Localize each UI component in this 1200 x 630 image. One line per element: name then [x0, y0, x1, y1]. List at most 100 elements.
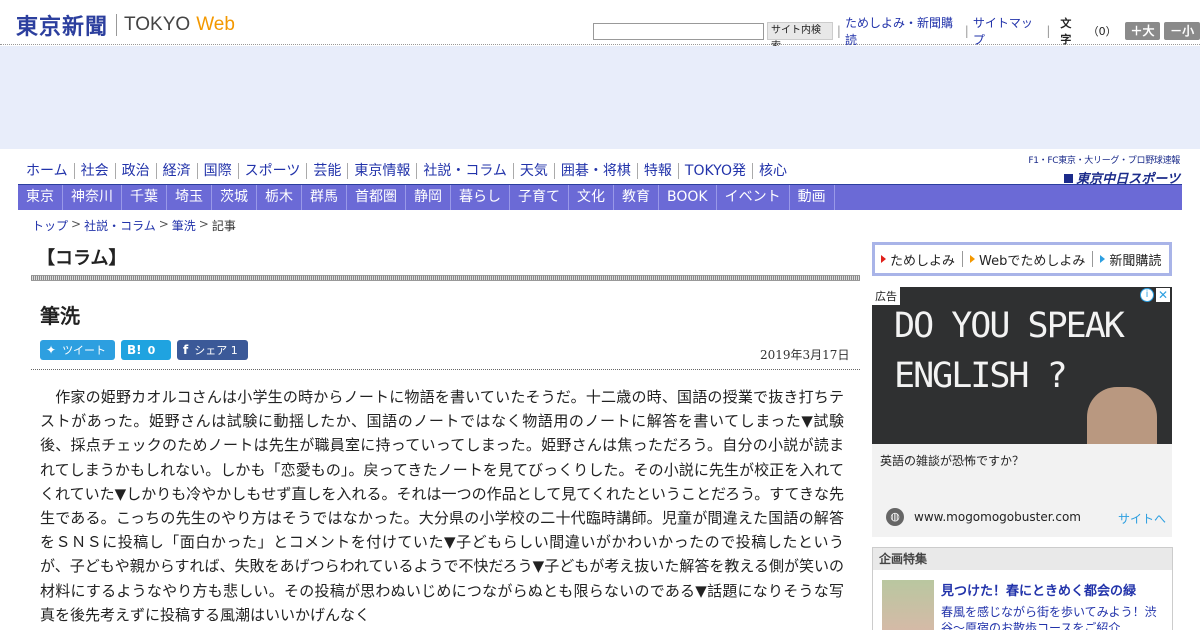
feature-box: 企画特集 見つけた！春にときめく都会の緑 春風を感じながら街を歩いてみよう！渋谷… [872, 547, 1173, 630]
sports-subtitle: F1・FC東京・大リーグ・プロ野球速報 [1028, 156, 1180, 166]
ad-image-line-2: ENGLISH ? [894, 356, 1068, 396]
ad-caption: 英語の雑談が恐怖ですか？ [880, 454, 1025, 468]
font-size-increase-button[interactable]: ＋大 [1124, 22, 1161, 40]
region-nav-item[interactable]: BOOK [659, 185, 717, 210]
article-title: 筆洗 [40, 304, 80, 328]
main-nav-item[interactable]: 政治 [114, 163, 156, 179]
facebook-share-count: 1 [230, 343, 238, 357]
ad-image[interactable]: DO YOU SPEAK ENGLISH ? 広告 i ✕ [872, 287, 1172, 444]
region-nav-item[interactable]: 文化 [569, 185, 614, 210]
breadcrumb-top[interactable]: トップ [32, 217, 68, 234]
hatena-count: 0 [147, 343, 156, 357]
article-date: 2019年3月17日 [760, 348, 850, 362]
ad-url: www.mogomogobuster.com [914, 510, 1081, 524]
triangle-icon [970, 255, 976, 263]
facebook-share-label: シェア [194, 344, 228, 357]
region-nav-item[interactable]: 教育 [614, 185, 659, 210]
web-trial-read-label: Webでためしよみ [979, 253, 1086, 269]
ad-caption-area[interactable]: 英語の雑談が恐怖ですか？ ◍ www.mogomogobuster.com サイ… [872, 444, 1172, 537]
main-nav-item[interactable]: 囲碁・将棋 [553, 163, 637, 179]
feature-title-link[interactable]: 見つけた！春にときめく都会の緑 [941, 580, 1136, 599]
globe-icon: ◍ [886, 508, 904, 526]
divider: | [964, 24, 969, 38]
main-nav-item[interactable]: 社会 [73, 163, 115, 179]
share-buttons: ✦ ツイート B! 0 f シェア 1 [40, 340, 248, 360]
web-trial-read-link[interactable]: Webでためしよみ [970, 250, 1085, 269]
hand-illustration [1087, 387, 1157, 444]
trial-subscribe-link[interactable]: ためしよみ・新聞購読 [845, 14, 961, 48]
triangle-icon [881, 255, 886, 263]
region-nav-item[interactable]: 栃木 [257, 185, 302, 210]
main-nav-item[interactable]: 特報 [636, 163, 678, 179]
arrow-icon [1064, 174, 1074, 183]
region-nav-item[interactable]: 動画 [790, 185, 835, 210]
region-nav-item[interactable]: イベント [717, 185, 790, 210]
region-nav-item[interactable]: 東京 [18, 185, 63, 210]
region-nav: 東京 神奈川 千葉 埼玉 茨城 栃木 群馬 首都圏 静岡 暮らし 子育て 文化 教育 BOOK イベント 動画 [18, 185, 1182, 210]
ad-badge: 広告 [872, 287, 900, 305]
triangle-icon [1100, 255, 1106, 263]
feature-heading: 企画特集 [873, 548, 1172, 570]
ad-close-icon[interactable]: ✕ [1156, 288, 1170, 302]
search-button[interactable]: サイト内検索 [767, 22, 833, 52]
ad-visit-site-link[interactable]: サイトへ [1118, 510, 1166, 527]
logo-english-tokyo: TOKYO [124, 14, 191, 35]
divider: | [1046, 24, 1051, 38]
tokyo-chunichi-sports-link[interactable]: F1・FC東京・大リーグ・プロ野球速報 東京中日スポーツ [1024, 153, 1180, 187]
main-nav-item[interactable]: 経済 [155, 163, 197, 179]
main-nav-item[interactable]: 天気 [512, 163, 554, 179]
logo-divider [116, 14, 118, 36]
hatena-bookmark-icon: B! [127, 343, 142, 357]
subscribe-label: 新聞購読 [1109, 253, 1162, 269]
region-nav-item[interactable]: 暮らし [451, 185, 510, 210]
tweet-button[interactable]: ✦ ツイート [40, 340, 115, 360]
region-nav-item[interactable]: 埼玉 [167, 185, 212, 210]
region-nav-item[interactable]: 千葉 [122, 185, 167, 210]
font-size-decrease-button[interactable]: －小 [1164, 22, 1200, 40]
region-nav-item[interactable]: 首都圏 [347, 185, 406, 210]
main-nav-item[interactable]: 核心 [751, 163, 793, 179]
tweet-label: ツイート [62, 344, 107, 357]
facebook-icon: f [183, 343, 189, 357]
twitter-icon: ✦ [46, 343, 57, 357]
main-nav-item[interactable]: スポーツ [237, 163, 307, 179]
divider: | [836, 24, 841, 38]
article-divider [31, 369, 860, 370]
feature-thumbnail[interactable] [882, 580, 934, 630]
trial-read-link[interactable]: ためしよみ [881, 250, 955, 269]
sitemap-link[interactable]: サイトマップ [973, 14, 1043, 48]
main-nav-item[interactable]: 東京情報 [347, 163, 416, 179]
site-header: 東京新聞 TOKYO Web サイト内検索 | ためしよみ・新聞購読 | サイト… [0, 0, 1200, 52]
breadcrumb: トップ > 社説・コラム > 筆洗 > 記事 [32, 217, 236, 234]
region-nav-item[interactable]: 神奈川 [63, 185, 122, 210]
ad-info-icon[interactable]: i [1140, 288, 1154, 302]
hatena-bookmark-button[interactable]: B! 0 [121, 340, 171, 360]
header-tools: サイト内検索 | ためしよみ・新聞購読 | サイトマップ | 文字 （0） ＋大… [593, 14, 1200, 52]
trial-read-label: ためしよみ [890, 253, 956, 269]
region-nav-item[interactable]: 群馬 [302, 185, 347, 210]
breadcrumb-separator: > [158, 217, 169, 231]
main-nav-item[interactable]: ホーム [20, 163, 74, 179]
facebook-share-button[interactable]: f シェア 1 [177, 340, 248, 360]
main-nav-item[interactable]: TOKYO発 [677, 163, 752, 179]
main-nav-item[interactable]: 社説・コラム [416, 163, 513, 179]
font-size-label: 文字 [1060, 17, 1072, 46]
subscribe-links-box: ためしよみ Webでためしよみ 新聞購読 [872, 242, 1172, 276]
site-logo[interactable]: 東京新聞 TOKYO Web [16, 9, 235, 41]
subscribe-link[interactable]: 新聞購読 [1100, 250, 1161, 269]
region-nav-item[interactable]: 静岡 [406, 185, 451, 210]
breadcrumb-current: 記事 [211, 219, 236, 233]
logo-english-web: Web [196, 14, 235, 35]
main-nav-item[interactable]: 芸能 [306, 163, 347, 179]
region-nav-item[interactable]: 子育て [510, 185, 569, 210]
feature-description[interactable]: 春風を感じながら街を歩いてみよう！渋谷～原宿のお散歩コースをご紹介 [941, 604, 1166, 630]
divider [962, 251, 964, 267]
breadcrumb-section[interactable]: 社説・コラム [84, 217, 156, 234]
sidebar-ad[interactable]: DO YOU SPEAK ENGLISH ? 広告 i ✕ 英語の雑談が恐怖です… [872, 287, 1172, 537]
main-nav-item[interactable]: 国際 [196, 163, 238, 179]
breadcrumb-page[interactable]: 筆洗 [172, 217, 196, 234]
logo-japanese: 東京新聞 [16, 14, 109, 40]
search-input[interactable] [593, 22, 764, 40]
region-nav-item[interactable]: 茨城 [212, 185, 257, 210]
article-body: 作家の姫野カオルコさんは小学生の時からノートに物語を書いていたそうだ。十二歳の時… [40, 388, 844, 624]
